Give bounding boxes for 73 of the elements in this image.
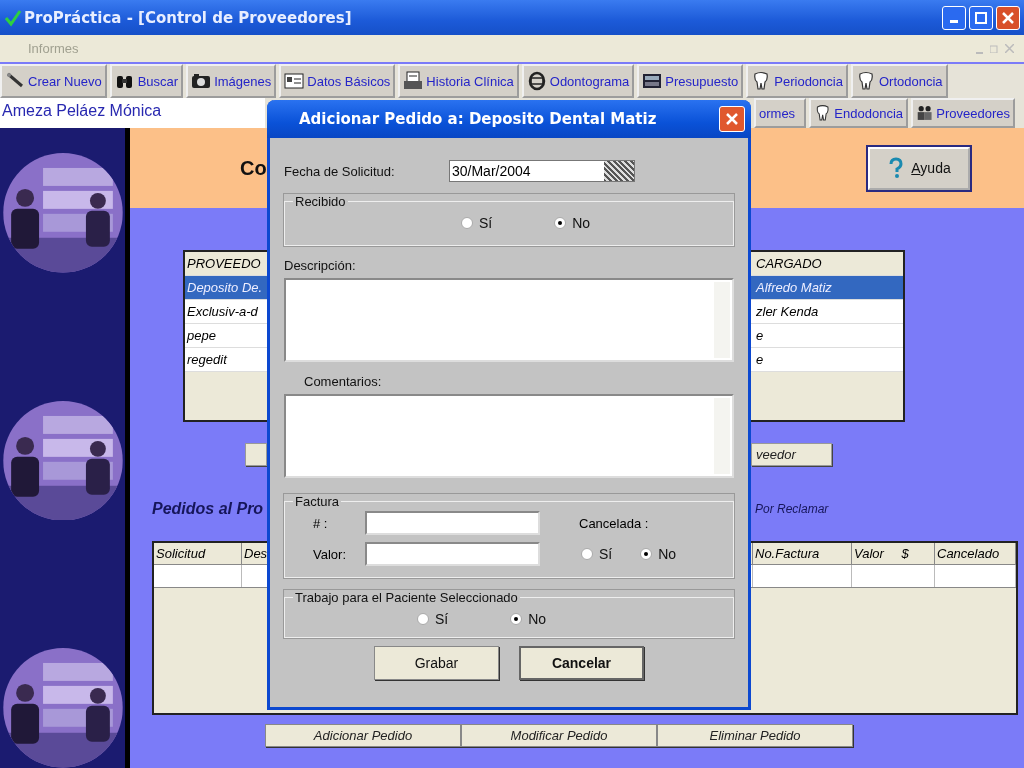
date-field[interactable]: 30/Mar/2004 — [449, 160, 635, 182]
toolbar-button[interactable]: Odontograma — [521, 64, 635, 98]
radio-button[interactable]: Sí — [461, 215, 493, 231]
plain-button[interactable] — [245, 443, 267, 466]
window-title: ProPráctica - [Control de Proveedores] — [24, 8, 352, 27]
page-heading: Co — [240, 156, 267, 180]
minimize-icon — [950, 19, 958, 23]
document-icon — [403, 71, 424, 91]
close-button[interactable] — [996, 5, 1020, 30]
section-title: Pedidos al Pro — [152, 500, 264, 518]
tooth-icon — [814, 103, 832, 123]
column-header: PROVEEDO — [186, 256, 262, 271]
calculator-icon — [642, 71, 663, 91]
order-button[interactable]: Modificar Pedido — [461, 724, 657, 747]
close-icon — [725, 112, 739, 126]
toolbar-button[interactable]: Proveedores — [911, 98, 1015, 128]
toolbar-button[interactable]: Presupuesto — [637, 64, 744, 98]
description-field[interactable] — [284, 278, 734, 362]
table-cell[interactable]: e — [752, 352, 902, 367]
maximize-button[interactable] — [969, 5, 993, 30]
group-label: Recibido — [294, 194, 347, 209]
field-label: Comentarios: — [304, 374, 383, 389]
close-button[interactable] — [719, 106, 745, 132]
radio-button[interactable]: Sí — [417, 611, 449, 627]
toolbar-button[interactable]: ormes — [754, 98, 806, 128]
invoice-value-field[interactable] — [365, 542, 540, 566]
invoice-number-field[interactable] — [365, 511, 540, 535]
table-cell[interactable]: zler Kenda — [752, 304, 902, 319]
table-cell[interactable]: e — [752, 328, 902, 343]
table-cell[interactable]: regedit — [185, 352, 270, 367]
radio-button[interactable]: Sí — [581, 546, 613, 562]
figures-icon — [916, 103, 934, 123]
table-cell[interactable]: Alfredo Matiz — [752, 280, 902, 295]
provider-button[interactable]: veedor — [751, 443, 832, 466]
toolbar-button[interactable]: Endodoncia — [809, 98, 908, 128]
field-label: Fecha de Solicitud: — [284, 163, 396, 179]
date-picker-button[interactable] — [604, 161, 634, 181]
toolbar-button[interactable]: Imágenes — [186, 64, 277, 98]
table-cell[interactable]: pepe — [185, 328, 270, 343]
field-label: Descripción: — [284, 258, 357, 273]
toolbar-button[interactable]: Crear Nuevo — [0, 64, 107, 98]
table-cell[interactable]: Exclusiv-a-d — [185, 304, 270, 319]
radio-button[interactable]: No — [554, 215, 591, 231]
close-icon — [1002, 11, 1014, 24]
field-label: Valor: — [312, 546, 347, 562]
group-label: Factura — [294, 494, 341, 509]
maximize-icon — [975, 11, 987, 24]
radio-button[interactable]: No — [510, 611, 547, 627]
toolbar-button[interactable]: Datos Básicos — [279, 64, 396, 98]
id-card-icon — [284, 71, 305, 91]
dialog-title: Adicionar Pedido a: Deposito Dental Matiz — [299, 110, 657, 128]
camera-icon — [191, 71, 212, 91]
radio-button[interactable]: No — [640, 546, 677, 562]
comments-field[interactable] — [284, 394, 734, 478]
order-button[interactable]: Eliminar Pedido — [657, 724, 853, 747]
filter-label: Por Reclamar — [754, 502, 830, 516]
toolbar-button[interactable]: Ortodoncia — [850, 64, 948, 98]
toolbar-button[interactable]: Historia Clínica — [398, 64, 519, 98]
ring-icon — [526, 71, 547, 91]
dialog-button[interactable]: Cancelar — [519, 646, 644, 680]
table-cell[interactable]: Deposito De. — [185, 280, 270, 295]
field-label: # : — [312, 515, 329, 531]
check-icon — [4, 8, 22, 27]
toolbar-button[interactable]: Periodoncia — [746, 64, 848, 98]
help-button[interactable]: Ayuda — [868, 146, 970, 190]
toolbar-button[interactable]: Buscar — [109, 64, 184, 98]
order-button[interactable]: Adicionar Pedido — [265, 724, 461, 747]
patient-name-field[interactable]: Ameza Peláez Mónica — [0, 98, 265, 128]
column-header: CARGADO — [755, 256, 823, 271]
field-label: Cancelada : — [578, 515, 650, 531]
group-label: Trabajo para el Paciente Seleccionado — [294, 590, 519, 605]
minimize-button[interactable] — [942, 5, 966, 30]
dialog-button[interactable]: Grabar — [374, 646, 499, 680]
